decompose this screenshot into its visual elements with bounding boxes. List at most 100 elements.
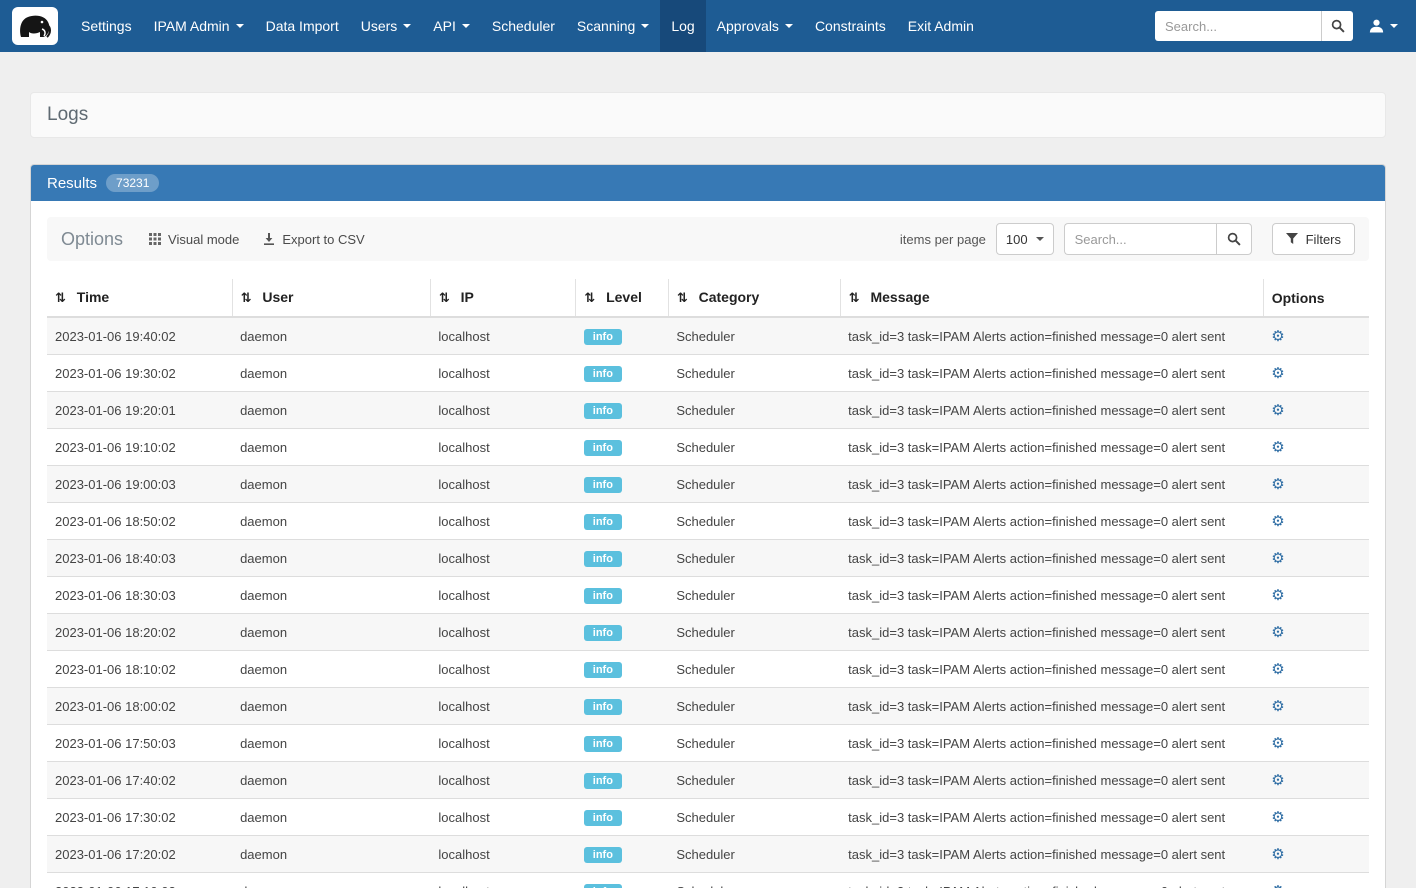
cell-user: daemon — [232, 503, 430, 540]
nav-item-api[interactable]: API — [422, 0, 481, 52]
gear-icon[interactable]: ⚙ — [1271, 883, 1284, 888]
column-header-category[interactable]: ⇅ Category — [668, 279, 840, 317]
nav-item-users[interactable]: Users — [350, 0, 423, 52]
visual-mode-button[interactable]: Visual mode — [149, 232, 239, 247]
cell-options: ⚙ — [1263, 614, 1369, 651]
global-search-input[interactable] — [1155, 11, 1321, 41]
level-badge: info — [584, 514, 622, 530]
nav-item-ipam-admin[interactable]: IPAM Admin — [143, 0, 255, 52]
gear-icon[interactable]: ⚙ — [1271, 735, 1284, 752]
column-header-label: User — [262, 289, 293, 305]
nav-item-label: Scheduler — [492, 18, 555, 34]
results-panel: Results 73231 Options Visual mode — [30, 164, 1386, 888]
cell-user: daemon — [232, 651, 430, 688]
gear-icon[interactable]: ⚙ — [1271, 587, 1284, 604]
gear-icon[interactable]: ⚙ — [1271, 809, 1284, 826]
nav-item-label: Approvals — [717, 18, 779, 34]
sort-icon: ⇅ — [584, 290, 595, 305]
gear-icon[interactable]: ⚙ — [1271, 439, 1284, 456]
nav-item-label: API — [433, 18, 456, 34]
column-header-user[interactable]: ⇅ User — [232, 279, 430, 317]
cell-message: task_id=3 task=IPAM Alerts action=finish… — [840, 392, 1263, 429]
sort-icon: ⇅ — [849, 290, 860, 305]
cell-user: daemon — [232, 836, 430, 873]
caret-down-icon — [785, 24, 793, 28]
filters-label: Filters — [1306, 232, 1341, 247]
gear-icon[interactable]: ⚙ — [1271, 698, 1284, 715]
filters-button[interactable]: Filters — [1272, 223, 1355, 255]
results-count-badge: 73231 — [106, 174, 159, 192]
cell-message: task_id=3 task=IPAM Alerts action=finish… — [840, 651, 1263, 688]
cell-message: task_id=3 task=IPAM Alerts action=finish… — [840, 577, 1263, 614]
level-badge: info — [584, 329, 622, 345]
gear-icon[interactable]: ⚙ — [1271, 365, 1284, 382]
sort-icon: ⇅ — [55, 290, 66, 305]
items-per-page-select[interactable]: 100 — [996, 223, 1054, 255]
gear-icon[interactable]: ⚙ — [1271, 772, 1284, 789]
level-badge: info — [584, 625, 622, 641]
global-search-button[interactable] — [1321, 11, 1353, 41]
log-table-body: 2023-01-06 19:40:02 daemon localhost inf… — [47, 317, 1369, 888]
user-icon — [1369, 19, 1384, 33]
cell-time: 2023-01-06 18:10:02 — [47, 651, 232, 688]
nav-item-log[interactable]: Log — [660, 0, 705, 52]
cell-ip: localhost — [430, 540, 575, 577]
cell-time: 2023-01-06 17:10:02 — [47, 873, 232, 888]
nav-item-exit-admin[interactable]: Exit Admin — [897, 0, 985, 52]
nav-item-scanning[interactable]: Scanning — [566, 0, 660, 52]
gear-icon[interactable]: ⚙ — [1271, 624, 1284, 641]
gear-icon[interactable]: ⚙ — [1271, 661, 1284, 678]
column-header-level[interactable]: ⇅ Level — [576, 279, 669, 317]
filter-icon — [1286, 233, 1298, 245]
nav-item-label: Users — [361, 18, 398, 34]
column-header-ip[interactable]: ⇅ IP — [430, 279, 575, 317]
cell-category: Scheduler — [668, 503, 840, 540]
cell-ip: localhost — [430, 317, 575, 355]
table-search-input[interactable] — [1064, 223, 1216, 255]
level-badge: info — [584, 403, 622, 419]
log-row: 2023-01-06 18:40:03 daemon localhost inf… — [47, 540, 1369, 577]
cell-user: daemon — [232, 540, 430, 577]
cell-message: task_id=3 task=IPAM Alerts action=finish… — [840, 540, 1263, 577]
level-badge: info — [584, 810, 622, 826]
nav-item-scheduler[interactable]: Scheduler — [481, 0, 566, 52]
search-icon — [1331, 19, 1345, 33]
cell-level: info — [576, 725, 669, 762]
gear-icon[interactable]: ⚙ — [1271, 550, 1284, 567]
export-csv-button[interactable]: Export to CSV — [263, 232, 364, 247]
column-header-time[interactable]: ⇅ Time — [47, 279, 232, 317]
nav-item-data-import[interactable]: Data Import — [255, 0, 350, 52]
log-row: 2023-01-06 17:10:02 daemon localhost inf… — [47, 873, 1369, 888]
gear-icon[interactable]: ⚙ — [1271, 846, 1284, 863]
nav-item-settings[interactable]: Settings — [70, 0, 143, 52]
cell-user: daemon — [232, 392, 430, 429]
cell-category: Scheduler — [668, 799, 840, 836]
log-row: 2023-01-06 17:50:03 daemon localhost inf… — [47, 725, 1369, 762]
gear-icon[interactable]: ⚙ — [1271, 402, 1284, 419]
cell-level: info — [576, 873, 669, 888]
gear-icon[interactable]: ⚙ — [1271, 513, 1284, 530]
table-search-button[interactable] — [1216, 223, 1252, 255]
cell-message: task_id=3 task=IPAM Alerts action=finish… — [840, 688, 1263, 725]
cell-user: daemon — [232, 577, 430, 614]
user-menu[interactable] — [1365, 19, 1402, 33]
export-csv-label: Export to CSV — [282, 232, 364, 247]
gear-icon[interactable]: ⚙ — [1271, 328, 1284, 345]
cell-user: daemon — [232, 725, 430, 762]
items-per-page-value: 100 — [1006, 232, 1028, 247]
sort-icon: ⇅ — [241, 290, 252, 305]
nav-item-approvals[interactable]: Approvals — [706, 0, 804, 52]
items-per-page-label: items per page — [900, 232, 986, 247]
column-header-message[interactable]: ⇅ Message — [840, 279, 1263, 317]
gear-icon[interactable]: ⚙ — [1271, 476, 1284, 493]
cell-category: Scheduler — [668, 725, 840, 762]
level-badge: info — [584, 736, 622, 752]
cell-options: ⚙ — [1263, 577, 1369, 614]
phpipam-logo[interactable] — [10, 0, 70, 52]
nav-item-constraints[interactable]: Constraints — [804, 0, 897, 52]
cell-ip: localhost — [430, 466, 575, 503]
nav-item-label: Constraints — [815, 18, 886, 34]
caret-down-icon — [641, 24, 649, 28]
cell-ip: localhost — [430, 392, 575, 429]
cell-category: Scheduler — [668, 836, 840, 873]
